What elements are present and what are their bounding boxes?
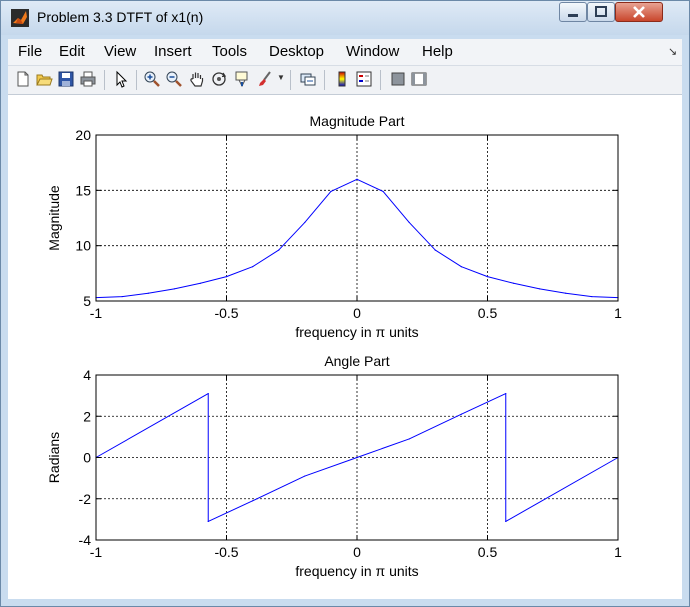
x-tick-label: -0.5 xyxy=(214,305,238,321)
data-point xyxy=(304,475,306,477)
toolbar-separator xyxy=(324,70,325,90)
save-icon[interactable] xyxy=(57,70,75,88)
x-tick-label: -0.5 xyxy=(214,544,238,560)
x-tick-label: -1 xyxy=(90,544,103,560)
legend-icon[interactable] xyxy=(355,70,373,88)
x-tick-label: -1 xyxy=(90,305,103,321)
data-point xyxy=(199,282,201,284)
toolbar-separator xyxy=(380,70,381,90)
data-point xyxy=(173,288,175,290)
toolbar-separator xyxy=(290,70,291,90)
data-point xyxy=(408,438,410,440)
x-axis-label: frequency in π units xyxy=(295,563,418,579)
zoom-out-icon[interactable] xyxy=(165,70,183,88)
print-icon[interactable] xyxy=(79,70,97,88)
chart-title: Angle Part xyxy=(324,353,389,369)
y-tick-label: -2 xyxy=(79,491,92,507)
data-point xyxy=(147,292,149,294)
y-tick-label: 2 xyxy=(83,408,91,424)
y-tick-label: 15 xyxy=(75,182,91,198)
y-tick-label: 4 xyxy=(83,367,91,383)
data-point xyxy=(252,500,254,502)
data-point xyxy=(513,282,515,284)
open-folder-icon[interactable] xyxy=(35,70,53,88)
y-tick-label: 5 xyxy=(83,293,91,309)
menu-file[interactable]: File xyxy=(18,43,42,60)
figure-window: Problem 3.3 DTFT of x1(n) File Edit View… xyxy=(0,0,690,607)
data-point xyxy=(225,276,228,278)
data-point xyxy=(408,221,410,224)
plot-area: -1 -0.5 0 0.5 15101520Magnitude Partfrequenc… xyxy=(46,113,622,579)
y-tick-label: 0 xyxy=(83,450,91,466)
toolbar-separator xyxy=(104,70,105,90)
minimize-icon xyxy=(568,14,578,17)
toolbar-separator xyxy=(136,70,137,90)
data-point xyxy=(382,190,384,193)
close-icon xyxy=(633,6,645,18)
x-tick-label: 1 xyxy=(614,305,622,321)
x-axis-label: frequency in π units xyxy=(295,324,418,340)
y-axis-label: Radians xyxy=(46,432,62,483)
data-point xyxy=(434,249,436,251)
menu-view[interactable]: View xyxy=(104,43,136,60)
figure-toolbar: ▼ xyxy=(8,66,682,95)
data-point xyxy=(207,392,209,395)
data-point xyxy=(505,392,507,395)
x-tick-label: 0.5 xyxy=(478,544,498,560)
title-bar[interactable]: Problem 3.3 DTFT of x1(n) xyxy=(1,1,689,35)
data-point xyxy=(505,520,507,523)
colorbar-icon[interactable] xyxy=(333,70,351,88)
pan-hand-icon[interactable] xyxy=(188,70,206,88)
data-point xyxy=(356,456,358,459)
zoom-in-icon[interactable] xyxy=(143,70,161,88)
data-point xyxy=(207,520,209,523)
data-point xyxy=(460,266,462,268)
data-point xyxy=(591,295,593,298)
menu-tools[interactable]: Tools xyxy=(212,43,247,60)
maximize-icon xyxy=(595,6,607,17)
window-title: Problem 3.3 DTFT of x1(n) xyxy=(37,9,204,25)
x-tick-label: 0 xyxy=(353,305,361,321)
minimize-button[interactable] xyxy=(559,2,587,22)
brush-icon[interactable] xyxy=(256,70,274,88)
data-point xyxy=(539,288,541,290)
x-tick-label: 0 xyxy=(353,544,361,560)
matlab-app-icon xyxy=(11,9,29,27)
dock-arrow-icon[interactable]: ↘ xyxy=(668,45,677,58)
show-plot-tools-icon[interactable] xyxy=(410,70,428,88)
data-point xyxy=(460,413,462,415)
menu-bar: File Edit View Insert Tools Desktop Wind… xyxy=(8,39,682,66)
menu-window[interactable]: Window xyxy=(346,43,399,60)
hide-plot-tools-icon[interactable] xyxy=(389,70,407,88)
pointer-arrow-icon[interactable] xyxy=(112,70,130,88)
menu-insert[interactable]: Insert xyxy=(154,43,192,60)
data-point xyxy=(486,276,489,278)
y-tick-label: -4 xyxy=(79,532,92,548)
x-tick-label: 0.5 xyxy=(478,305,498,321)
y-axis-label: Magnitude xyxy=(46,185,62,251)
menu-help[interactable]: Help xyxy=(422,43,453,60)
close-button[interactable] xyxy=(615,2,663,22)
link-icon[interactable] xyxy=(299,70,317,88)
new-file-icon[interactable] xyxy=(14,70,32,88)
y-tick-label: 10 xyxy=(75,238,91,254)
y-tick-label: 20 xyxy=(75,127,91,143)
menu-desktop[interactable]: Desktop xyxy=(269,43,324,60)
data-point xyxy=(356,178,358,180)
data-cursor-icon[interactable] xyxy=(233,70,251,88)
chart-title: Magnitude Part xyxy=(310,113,405,129)
data-point xyxy=(121,295,123,298)
rotate-3d-icon[interactable] xyxy=(210,70,228,88)
data-point xyxy=(330,190,332,193)
data-point xyxy=(278,249,280,251)
figure-canvas: -1 -0.5 0 0.5 1 5 10 15 20 Magnitude Part frequenc… xyxy=(8,95,682,599)
menu-edit[interactable]: Edit xyxy=(59,43,85,60)
data-point xyxy=(565,292,567,294)
brush-dropdown-icon[interactable]: ▼ xyxy=(277,73,285,82)
maximize-button[interactable] xyxy=(587,2,615,22)
data-point xyxy=(304,221,306,224)
x-tick-label: 1 xyxy=(614,544,622,560)
data-point xyxy=(252,266,254,268)
